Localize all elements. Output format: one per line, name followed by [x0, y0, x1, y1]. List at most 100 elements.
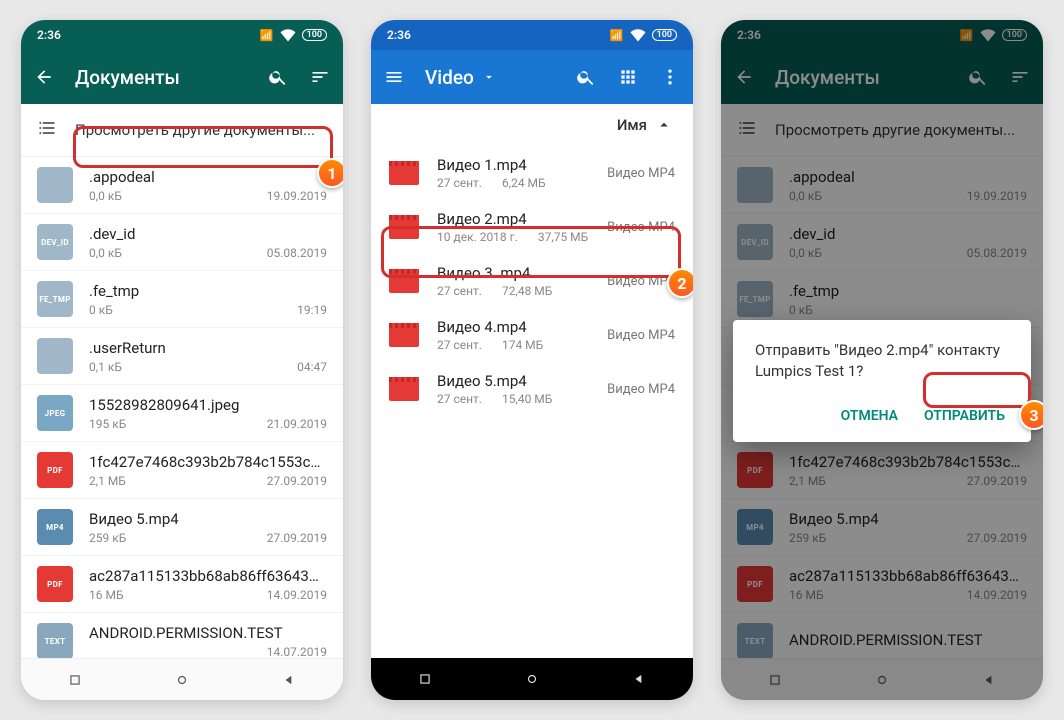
sort-label: Имя: [617, 116, 647, 134]
android-navbar: [21, 658, 343, 700]
android-navbar: [371, 658, 693, 700]
step-badge-1: 1: [317, 158, 343, 188]
more-icon[interactable]: [659, 66, 681, 88]
file-size: 0,0 кБ: [89, 246, 122, 260]
file-type-icon: PDF: [37, 566, 73, 602]
file-name: .userReturn: [89, 339, 327, 357]
file-date: 19:19: [297, 303, 327, 317]
app-bar: Video: [371, 50, 693, 104]
file-date: 14.09.2019: [267, 588, 327, 602]
status-icons: 📶 100: [610, 24, 677, 47]
video-date: 27 сент.: [437, 176, 482, 190]
file-size: 0,0 кБ: [89, 189, 122, 203]
chevron-down-icon: [482, 70, 496, 84]
phone-screen-3: 2:36 📶 100 Документы Просмотреть другие …: [721, 20, 1043, 700]
video-name: Видео 4.mp4: [437, 318, 589, 336]
status-bar: 2:36 📶 100: [21, 20, 343, 50]
file-date: 19.09.2019: [267, 189, 327, 203]
file-type-icon: [37, 338, 73, 374]
file-name: Видео 5.mp4: [89, 510, 327, 528]
file-type-icon: MP4: [37, 509, 73, 545]
file-type-icon: PDF: [37, 452, 73, 488]
file-date: 27.09.2019: [267, 531, 327, 545]
video-item[interactable]: Видео 3 .mp4 27 сент. 72,48 МБ Видео MP4: [371, 254, 693, 308]
app-bar: Документы: [21, 50, 343, 104]
nav-recent-icon[interactable]: [68, 673, 82, 687]
document-item[interactable]: .userReturn 0,1 кБ 04:47: [21, 328, 343, 385]
video-size: 37,75 МБ: [538, 230, 588, 244]
document-item[interactable]: TEXT ANDROID.PERMISSION.TEST 14.07.2019: [21, 613, 343, 658]
wifi-icon: [628, 24, 648, 47]
video-name: Видео 1.mp4: [437, 156, 589, 174]
status-time: 2:36: [37, 28, 61, 42]
search-icon[interactable]: [575, 66, 597, 88]
video-item[interactable]: Видео 2.mp4 10 дек. 2018 г. 37,75 МБ Вид…: [371, 200, 693, 254]
file-size: 0 кБ: [89, 303, 113, 317]
browse-other-docs[interactable]: Просмотреть другие документы...: [21, 104, 343, 157]
video-list[interactable]: Видео 1.mp4 27 сент. 6,24 МБ Видео MP4 В…: [371, 146, 693, 658]
video-item[interactable]: Видео 1.mp4 27 сент. 6,24 МБ Видео MP4: [371, 146, 693, 200]
video-type: Видео MP4: [607, 220, 675, 235]
sort-icon[interactable]: [309, 66, 331, 88]
file-type-icon: DEV_ID: [37, 224, 73, 260]
list-icon: [37, 118, 57, 142]
document-item[interactable]: DEV_ID .dev_id 0,0 кБ 05.08.2019: [21, 214, 343, 271]
cancel-button[interactable]: ОТМЕНА: [837, 400, 902, 432]
appbar-title: Документы: [75, 66, 247, 89]
file-size: 195 кБ: [89, 417, 126, 431]
phone-screen-1: 2:36 📶 100 Документы Просмотреть другие …: [21, 20, 343, 700]
video-item[interactable]: Видео 5.mp4 27 сент. 15,40 МБ Видео MP4: [371, 362, 693, 416]
video-type: Видео MP4: [607, 274, 675, 289]
back-icon[interactable]: [33, 66, 55, 88]
video-name: Видео 2.mp4: [437, 210, 589, 228]
file-name: 1fc427e7468c393b2b784c1553c8b75...: [89, 453, 327, 471]
nav-home-icon[interactable]: [175, 673, 189, 687]
video-date: 27 сент.: [437, 284, 482, 298]
file-date: 05.08.2019: [267, 246, 327, 260]
status-bar: 2:36 📶 100: [371, 20, 693, 50]
battery-icon: 100: [652, 29, 677, 41]
file-date: 14.07.2019: [267, 645, 327, 659]
send-confirm-dialog: Отправить "Видео 2.mp4" контакту Lumpics…: [733, 320, 1031, 442]
video-file-icon: [389, 377, 419, 401]
file-size: 0,1 кБ: [89, 360, 122, 374]
file-size: 259 кБ: [89, 531, 126, 545]
document-item[interactable]: PDF 1fc427e7468c393b2b784c1553c8b75... 2…: [21, 442, 343, 499]
menu-icon[interactable]: [383, 66, 405, 88]
document-item[interactable]: FE_TMP .fe_tmp 0 кБ 19:19: [21, 271, 343, 328]
file-name: .fe_tmp: [89, 282, 327, 300]
sort-row[interactable]: Имя: [371, 104, 693, 146]
document-item[interactable]: .appodeal 0,0 кБ 19.09.2019: [21, 157, 343, 214]
signal-icon: 📶: [610, 29, 624, 42]
send-button[interactable]: ОТПРАВИТЬ: [920, 400, 1009, 432]
video-item[interactable]: Видео 4.mp4 27 сент. 174 МБ Видео MP4: [371, 308, 693, 362]
file-date: 27.09.2019: [267, 474, 327, 488]
video-size: 15,40 МБ: [502, 392, 552, 406]
wifi-icon: [278, 24, 298, 47]
grid-view-icon[interactable]: [617, 66, 639, 88]
video-date: 10 дек. 2018 г.: [437, 230, 518, 244]
chevron-up-icon: [655, 116, 673, 134]
document-item[interactable]: PDF ac287a115133bb68ab86ff636433d06... 1…: [21, 556, 343, 613]
search-icon[interactable]: [267, 66, 289, 88]
document-item[interactable]: JPEG 15528982809641.jpeg 195 кБ 21.09.20…: [21, 385, 343, 442]
nav-home-icon[interactable]: [525, 672, 539, 686]
nav-back-icon[interactable]: [632, 672, 646, 686]
file-size: 2,1 МБ: [89, 474, 126, 488]
file-name: .appodeal: [89, 168, 327, 186]
step-badge-3: 3: [1019, 400, 1043, 430]
video-type: Видео MP4: [607, 382, 675, 397]
nav-recent-icon[interactable]: [418, 672, 432, 686]
nav-back-icon[interactable]: [282, 673, 296, 687]
document-list[interactable]: .appodeal 0,0 кБ 19.09.2019 DEV_ID .dev_…: [21, 157, 343, 658]
video-date: 27 сент.: [437, 338, 482, 352]
file-name: ac287a115133bb68ab86ff636433d06...: [89, 567, 327, 585]
file-type-icon: FE_TMP: [37, 281, 73, 317]
video-size: 6,24 МБ: [502, 176, 546, 190]
status-time: 2:36: [387, 28, 411, 42]
document-item[interactable]: MP4 Видео 5.mp4 259 кБ 27.09.2019: [21, 499, 343, 556]
appbar-title[interactable]: Video: [425, 66, 555, 89]
file-date: 21.09.2019: [267, 417, 327, 431]
phone-screen-2: 2:36 📶 100 Video Имя: [371, 20, 693, 700]
battery-icon: 100: [302, 29, 327, 41]
